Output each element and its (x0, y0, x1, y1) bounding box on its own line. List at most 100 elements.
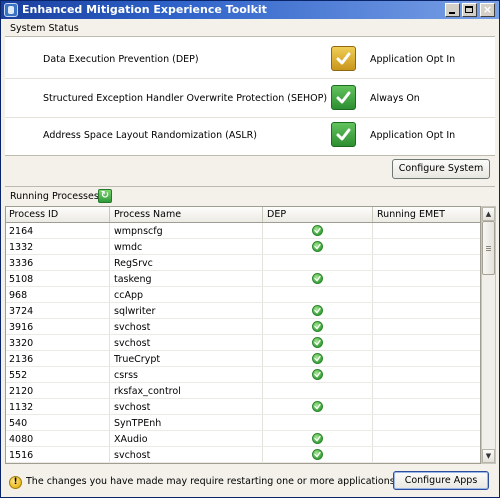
maximize-button[interactable] (462, 3, 477, 17)
scroll-up-button[interactable]: ▲ (482, 207, 495, 221)
dep-check-icon (312, 305, 323, 316)
grip-line (486, 248, 491, 249)
system-status-heading: System Status (10, 23, 79, 34)
table-row[interactable]: 1516 svchost (6, 447, 480, 463)
table-header: Process ID Process Name DEP Running EMET (6, 207, 480, 223)
table-row[interactable]: 5108 taskeng (6, 271, 480, 287)
column-header-running-emet[interactable]: Running EMET (377, 209, 445, 220)
process-id-cell: 2164 (9, 226, 34, 237)
table-row[interactable]: 540 SynTPEnh (6, 415, 480, 431)
process-id-cell: 4080 (9, 434, 34, 445)
process-id-cell: 552 (9, 370, 28, 381)
status-label-sehop: Structured Exception Handler Overwrite P… (43, 93, 328, 104)
process-name-cell: sqlwriter (114, 306, 156, 317)
check-icon-aslr (331, 122, 356, 147)
status-label-dep: Data Execution Prevention (DEP) (43, 54, 199, 65)
dep-check-icon (312, 241, 323, 252)
status-value-dep: Application Opt In (370, 54, 456, 65)
process-name-cell: svchost (114, 450, 151, 461)
table-row[interactable]: 3320 svchost (6, 335, 480, 351)
table-row[interactable]: 968 ccApp (6, 287, 480, 303)
process-table: Process ID Process Name DEP Running EMET… (5, 206, 481, 464)
process-id-cell: 968 (9, 290, 28, 301)
close-button[interactable]: × (480, 3, 495, 17)
warning-icon: ! (9, 476, 22, 489)
process-name-cell: taskeng (114, 274, 152, 285)
column-divider[interactable] (262, 207, 263, 222)
configure-apps-button[interactable]: Configure Apps (393, 471, 489, 490)
dep-check-icon (312, 337, 323, 348)
dep-check-icon (312, 273, 323, 284)
table-row[interactable]: 3916 svchost (6, 319, 480, 335)
minimize-icon (449, 12, 455, 14)
process-name-cell: wmdc (114, 242, 143, 253)
dep-check-icon (312, 449, 323, 460)
emet-window: Enhanced Mitigation Experience Toolkit ×… (0, 0, 500, 498)
section-divider (5, 186, 495, 187)
column-divider[interactable] (372, 207, 373, 222)
status-row-sehop: Structured Exception Handler Overwrite P… (5, 78, 495, 118)
check-icon-sehop (331, 85, 356, 110)
check-icon-dep (331, 46, 356, 71)
running-processes-heading: Running Processes (10, 191, 99, 202)
grip-line (486, 250, 491, 251)
refresh-icon[interactable]: ↻ (98, 189, 112, 203)
column-header-process-id[interactable]: Process ID (9, 209, 58, 220)
table-row[interactable]: 3724 sqlwriter (6, 303, 480, 319)
process-id-cell: 1516 (9, 450, 34, 461)
process-id-cell: 5108 (9, 274, 34, 285)
warning-message: The changes you have made may require re… (26, 476, 395, 487)
table-row[interactable]: 1332 wmdc (6, 239, 480, 255)
status-row-aslr: Address Space Layout Randomization (ASLR… (5, 115, 495, 154)
table-row[interactable]: 4080 XAudio (6, 431, 480, 447)
table-row[interactable]: 2164 wmpnscfg (6, 223, 480, 239)
dep-check-icon (312, 369, 323, 380)
dep-check-icon (312, 401, 323, 412)
chevron-up-icon: ▲ (485, 210, 492, 218)
title-bar[interactable]: Enhanced Mitigation Experience Toolkit × (1, 1, 499, 19)
maximize-icon (465, 6, 473, 13)
process-name-cell: ccApp (114, 290, 144, 301)
table-row[interactable]: 1132 svchost (6, 399, 480, 415)
process-name-cell: svchost (114, 402, 151, 413)
process-name-cell: wmpnscfg (114, 226, 163, 237)
minimize-button[interactable] (445, 3, 460, 17)
process-id-cell: 2136 (9, 354, 34, 365)
dep-check-icon (312, 225, 323, 236)
configure-system-button[interactable]: Configure System (392, 159, 490, 179)
process-id-cell: 3724 (9, 306, 34, 317)
column-header-process-name[interactable]: Process Name (114, 209, 181, 220)
grip-line (486, 246, 491, 247)
process-name-cell: SynTPEnh (114, 418, 162, 429)
process-name-cell: rksfax_control (114, 386, 181, 397)
process-name-cell: XAudio (114, 434, 148, 445)
process-id-cell: 540 (9, 418, 28, 429)
process-id-cell: 1332 (9, 242, 34, 253)
process-id-cell: 1132 (9, 402, 34, 413)
close-icon: × (482, 3, 493, 16)
table-row[interactable]: 2120 rksfax_control (6, 383, 480, 399)
scroll-thumb[interactable] (482, 221, 495, 275)
process-id-cell: 3916 (9, 322, 34, 333)
vertical-scrollbar[interactable]: ▲ ▼ (481, 206, 496, 464)
dep-check-icon (312, 353, 323, 364)
process-name-cell: svchost (114, 338, 151, 349)
table-row[interactable]: 3336 RegSrvc (6, 255, 480, 271)
process-id-cell: 3320 (9, 338, 34, 349)
system-status-panel: Data Execution Prevention (DEP) Applicat… (5, 36, 495, 156)
column-divider[interactable] (109, 207, 110, 222)
process-name-cell: svchost (114, 322, 151, 333)
column-header-dep[interactable]: DEP (267, 209, 286, 220)
status-label-aslr: Address Space Layout Randomization (ASLR… (43, 130, 257, 141)
window-title: Enhanced Mitigation Experience Toolkit (22, 3, 267, 16)
process-name-cell: RegSrvc (114, 258, 153, 269)
process-name-cell: TrueCrypt (114, 354, 161, 365)
scroll-down-button[interactable]: ▼ (482, 449, 495, 463)
emet-app-icon (4, 3, 18, 17)
process-id-cell: 2120 (9, 386, 34, 397)
process-id-cell: 3336 (9, 258, 34, 269)
table-row[interactable]: 2136 TrueCrypt (6, 351, 480, 367)
process-name-cell: csrss (114, 370, 138, 381)
table-row[interactable]: 552 csrss (6, 367, 480, 383)
status-value-aslr: Application Opt In (370, 130, 456, 141)
